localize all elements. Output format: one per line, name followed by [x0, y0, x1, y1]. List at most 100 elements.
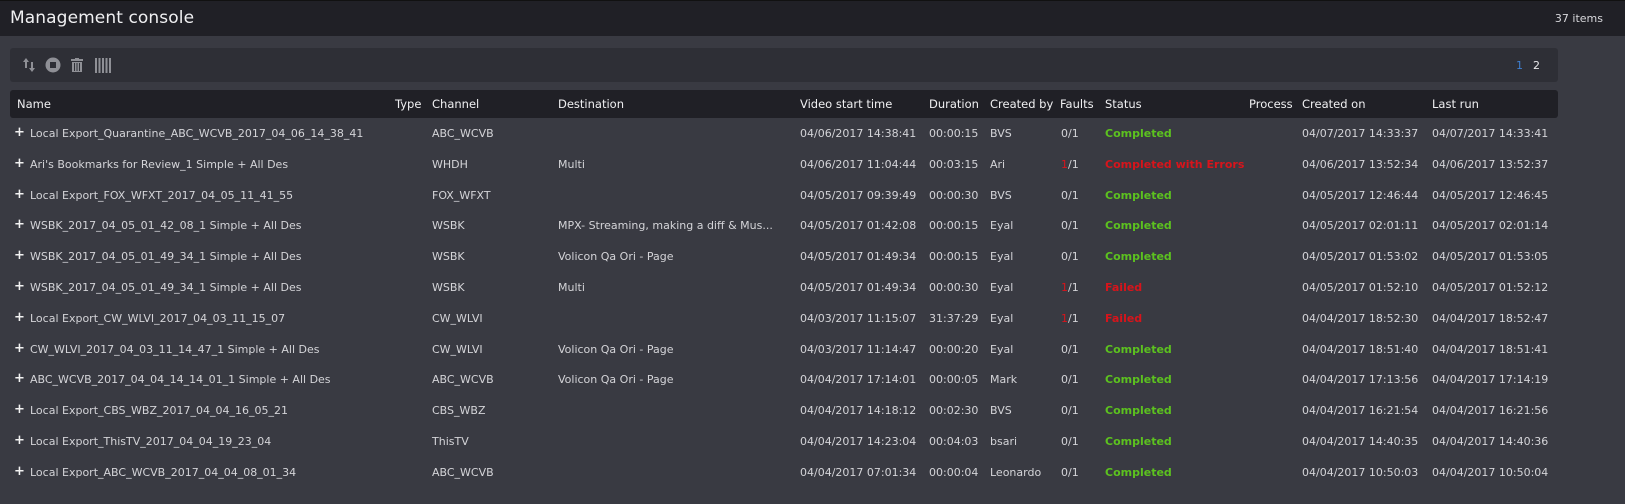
cell-name: CW_WLVI_2017_04_03_11_14_47_1 Simple + A…	[30, 342, 320, 356]
expand-icon[interactable]: +	[14, 156, 25, 171]
cell-last-run: 04/04/2017 18:52:47	[1432, 311, 1549, 325]
col-name[interactable]: Name	[17, 97, 51, 111]
expand-icon[interactable]: +	[14, 464, 25, 479]
cell-created-on: 04/07/2017 14:33:37	[1302, 127, 1419, 140]
table-row[interactable]: + Local Export_CBS_WBZ_2017_04_04_16_05_…	[10, 395, 1558, 426]
table-row[interactable]: + Local Export_ABC_WCVB_2017_04_04_08_01…	[10, 457, 1558, 488]
col-process[interactable]: Process	[1249, 97, 1293, 111]
cell-last-run: 04/05/2017 01:53:05	[1432, 250, 1549, 264]
expand-icon[interactable]: +	[14, 433, 25, 448]
col-created-on[interactable]: Created on	[1302, 97, 1366, 111]
cell-channel: CBS_WBZ	[432, 404, 486, 418]
expand-icon[interactable]: +	[14, 341, 25, 356]
faults-count: 0	[1061, 188, 1068, 202]
page-1-link[interactable]: 1	[1516, 59, 1523, 72]
cell-channel: ABC_WCVB	[432, 373, 494, 387]
status-badge: Failed	[1105, 311, 1143, 325]
col-faults[interactable]: Faults	[1060, 97, 1094, 111]
expand-icon[interactable]: +	[14, 310, 25, 325]
col-last-run[interactable]: Last run	[1432, 97, 1479, 111]
cell-video-start: 04/03/2017 11:15:07	[800, 311, 917, 325]
cell-created-by: Leonardo	[990, 465, 1042, 479]
status-badge: Failed	[1105, 280, 1143, 294]
faults-total: /1	[1068, 373, 1079, 387]
expand-icon[interactable]: +	[14, 217, 25, 232]
cell-name: ABC_WCVB_2017_04_04_14_14_01_1 Simple + …	[30, 373, 331, 387]
cell-channel: ABC_WCVB	[432, 465, 494, 479]
table-row[interactable]: + ABC_WCVB_2017_04_04_14_14_01_1 Simple …	[10, 364, 1558, 395]
cell-video-start: 04/05/2017 01:49:34	[800, 250, 917, 264]
cell-channel: WHDH	[432, 157, 468, 171]
columns-icon[interactable]	[94, 56, 112, 74]
cell-duration: 31:37:29	[929, 311, 979, 325]
col-created-by[interactable]: Created by	[990, 97, 1053, 111]
cell-faults: 0/1	[1061, 435, 1079, 448]
table-row[interactable]: + WSBK_2017_04_05_01_49_34_1 Simple + Al…	[10, 272, 1558, 303]
cell-created-by: Eyal	[990, 342, 1014, 356]
expand-icon[interactable]: +	[14, 371, 25, 386]
col-destination[interactable]: Destination	[558, 97, 624, 111]
table-row[interactable]: + WSBK_2017_04_05_01_49_34_1 Simple + Al…	[10, 241, 1558, 272]
faults-count: 0	[1061, 434, 1068, 448]
faults-total: /1	[1068, 127, 1079, 140]
status-badge: Completed	[1105, 127, 1172, 140]
status-badge: Completed with Errors	[1105, 157, 1245, 171]
trash-icon[interactable]	[68, 56, 86, 74]
table-row[interactable]: + Local Export_Quarantine_ABC_WCVB_2017_…	[10, 118, 1558, 149]
cell-name: WSBK_2017_04_05_01_49_34_1 Simple + All …	[30, 280, 302, 294]
col-type[interactable]: Type	[395, 97, 421, 111]
faults-total: /1	[1068, 250, 1079, 264]
faults-total: /1	[1068, 404, 1079, 418]
cell-created-on: 04/04/2017 17:13:56	[1302, 373, 1419, 387]
cell-name: Local Export_FOX_WFXT_2017_04_05_11_41_5…	[30, 188, 294, 202]
cell-faults: 0/1	[1061, 189, 1079, 202]
sort-arrows-icon[interactable]	[20, 56, 38, 74]
faults-total: /1	[1068, 311, 1079, 325]
expand-icon[interactable]: +	[14, 279, 25, 294]
cell-faults: 1/1	[1061, 281, 1079, 294]
toolbar: 1 2	[10, 48, 1558, 82]
cell-name: WSBK_2017_04_05_01_49_34_1 Simple + All …	[30, 250, 302, 264]
cell-duration: 00:00:30	[929, 280, 979, 294]
cell-faults: 0/1	[1061, 343, 1079, 356]
status-badge: Completed	[1105, 250, 1172, 264]
cell-duration: 00:02:30	[929, 404, 979, 418]
cell-created-on: 04/04/2017 18:52:30	[1302, 311, 1419, 325]
cell-destination: Volicon Qa Ori - Page	[558, 342, 674, 356]
cell-video-start: 04/04/2017 17:14:01	[800, 373, 917, 387]
faults-count: 0	[1061, 342, 1068, 356]
cell-duration: 00:00:20	[929, 342, 979, 356]
cell-name: Local Export_ThisTV_2017_04_04_19_23_04	[30, 434, 272, 448]
title-bar: Management console 37 items	[0, 0, 1625, 36]
cell-created-on: 04/04/2017 16:21:54	[1302, 404, 1419, 418]
cell-created-by: BVS	[990, 127, 1012, 140]
cell-created-on: 04/05/2017 01:52:10	[1302, 280, 1419, 294]
table-row[interactable]: + Local Export_FOX_WFXT_2017_04_05_11_41…	[10, 180, 1558, 211]
cell-faults: 1/1	[1061, 312, 1079, 325]
cell-channel: ABC_WCVB	[432, 127, 494, 140]
table-row[interactable]: + CW_WLVI_2017_04_03_11_14_47_1 Simple +…	[10, 334, 1558, 365]
cell-created-on: 04/05/2017 01:53:02	[1302, 250, 1419, 264]
cell-name: WSBK_2017_04_05_01_42_08_1 Simple + All …	[30, 219, 302, 233]
col-status[interactable]: Status	[1105, 97, 1142, 111]
col-duration[interactable]: Duration	[929, 97, 979, 111]
col-channel[interactable]: Channel	[432, 97, 479, 111]
stop-icon[interactable]	[44, 56, 62, 74]
col-video-start[interactable]: Video start time	[800, 97, 892, 111]
cell-faults: 0/1	[1061, 219, 1079, 232]
expand-icon[interactable]: +	[14, 125, 25, 140]
cell-name: Local Export_Quarantine_ABC_WCVB_2017_04…	[30, 127, 364, 140]
expand-icon[interactable]: +	[14, 187, 25, 202]
cell-name: Ari's Bookmarks for Review_1 Simple + Al…	[30, 157, 289, 171]
jobs-table: Name Type Channel Destination Video star…	[10, 90, 1558, 488]
cell-channel: CW_WLVI	[432, 342, 483, 356]
expand-icon[interactable]: +	[14, 248, 25, 263]
expand-icon[interactable]: +	[14, 402, 25, 417]
cell-created-by: bsari	[990, 434, 1018, 448]
table-row[interactable]: + Local Export_CW_WLVI_2017_04_03_11_15_…	[10, 303, 1558, 334]
table-row[interactable]: + Local Export_ThisTV_2017_04_04_19_23_0…	[10, 426, 1558, 457]
page-title: Management console	[10, 8, 195, 28]
page-2-link[interactable]: 2	[1533, 59, 1540, 72]
table-row[interactable]: + WSBK_2017_04_05_01_42_08_1 Simple + Al…	[10, 210, 1558, 241]
table-row[interactable]: + Ari's Bookmarks for Review_1 Simple + …	[10, 149, 1558, 180]
